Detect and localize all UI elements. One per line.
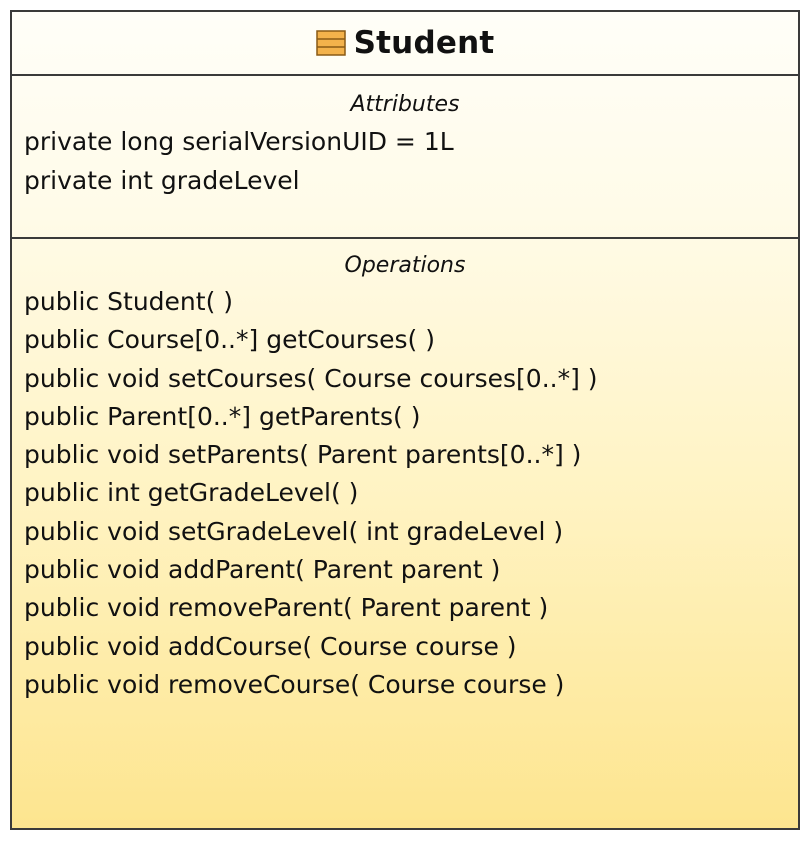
operation-item[interactable]: public void setGradeLevel( int gradeLeve… bbox=[12, 513, 798, 551]
operation-item[interactable]: public void addParent( Parent parent ) bbox=[12, 551, 798, 589]
operation-item[interactable]: public Course[0..*] getCourses( ) bbox=[12, 321, 798, 359]
operation-item[interactable]: public int getGradeLevel( ) bbox=[12, 474, 798, 512]
attribute-item[interactable]: private int gradeLevel bbox=[12, 161, 798, 200]
operation-item[interactable]: public void setCourses( Course courses[0… bbox=[12, 360, 798, 398]
operation-item[interactable]: public void addCourse( Course course ) bbox=[12, 628, 798, 666]
attributes-title: Attributes bbox=[350, 92, 460, 117]
operation-item[interactable]: public void removeCourse( Course course … bbox=[12, 666, 798, 704]
class-icon bbox=[315, 30, 346, 56]
operation-item[interactable]: public Student( ) bbox=[12, 283, 798, 321]
attributes-section: Attributes private long serialVersionUID… bbox=[12, 76, 798, 239]
operation-item[interactable]: public Parent[0..*] getParents( ) bbox=[12, 398, 798, 436]
operation-item[interactable]: public void setParents( Parent parents[0… bbox=[12, 436, 798, 474]
class-header: Student bbox=[12, 12, 798, 76]
uml-class-box[interactable]: Student Attributes private long serialVe… bbox=[10, 10, 800, 830]
operation-item[interactable]: public void removeParent( Parent parent … bbox=[12, 589, 798, 627]
attribute-item[interactable]: private long serialVersionUID = 1L bbox=[12, 122, 798, 161]
operations-title: Operations bbox=[344, 253, 466, 278]
operations-section: Operations public Student( ) public Cour… bbox=[12, 239, 798, 704]
class-name: Student bbox=[353, 25, 495, 61]
